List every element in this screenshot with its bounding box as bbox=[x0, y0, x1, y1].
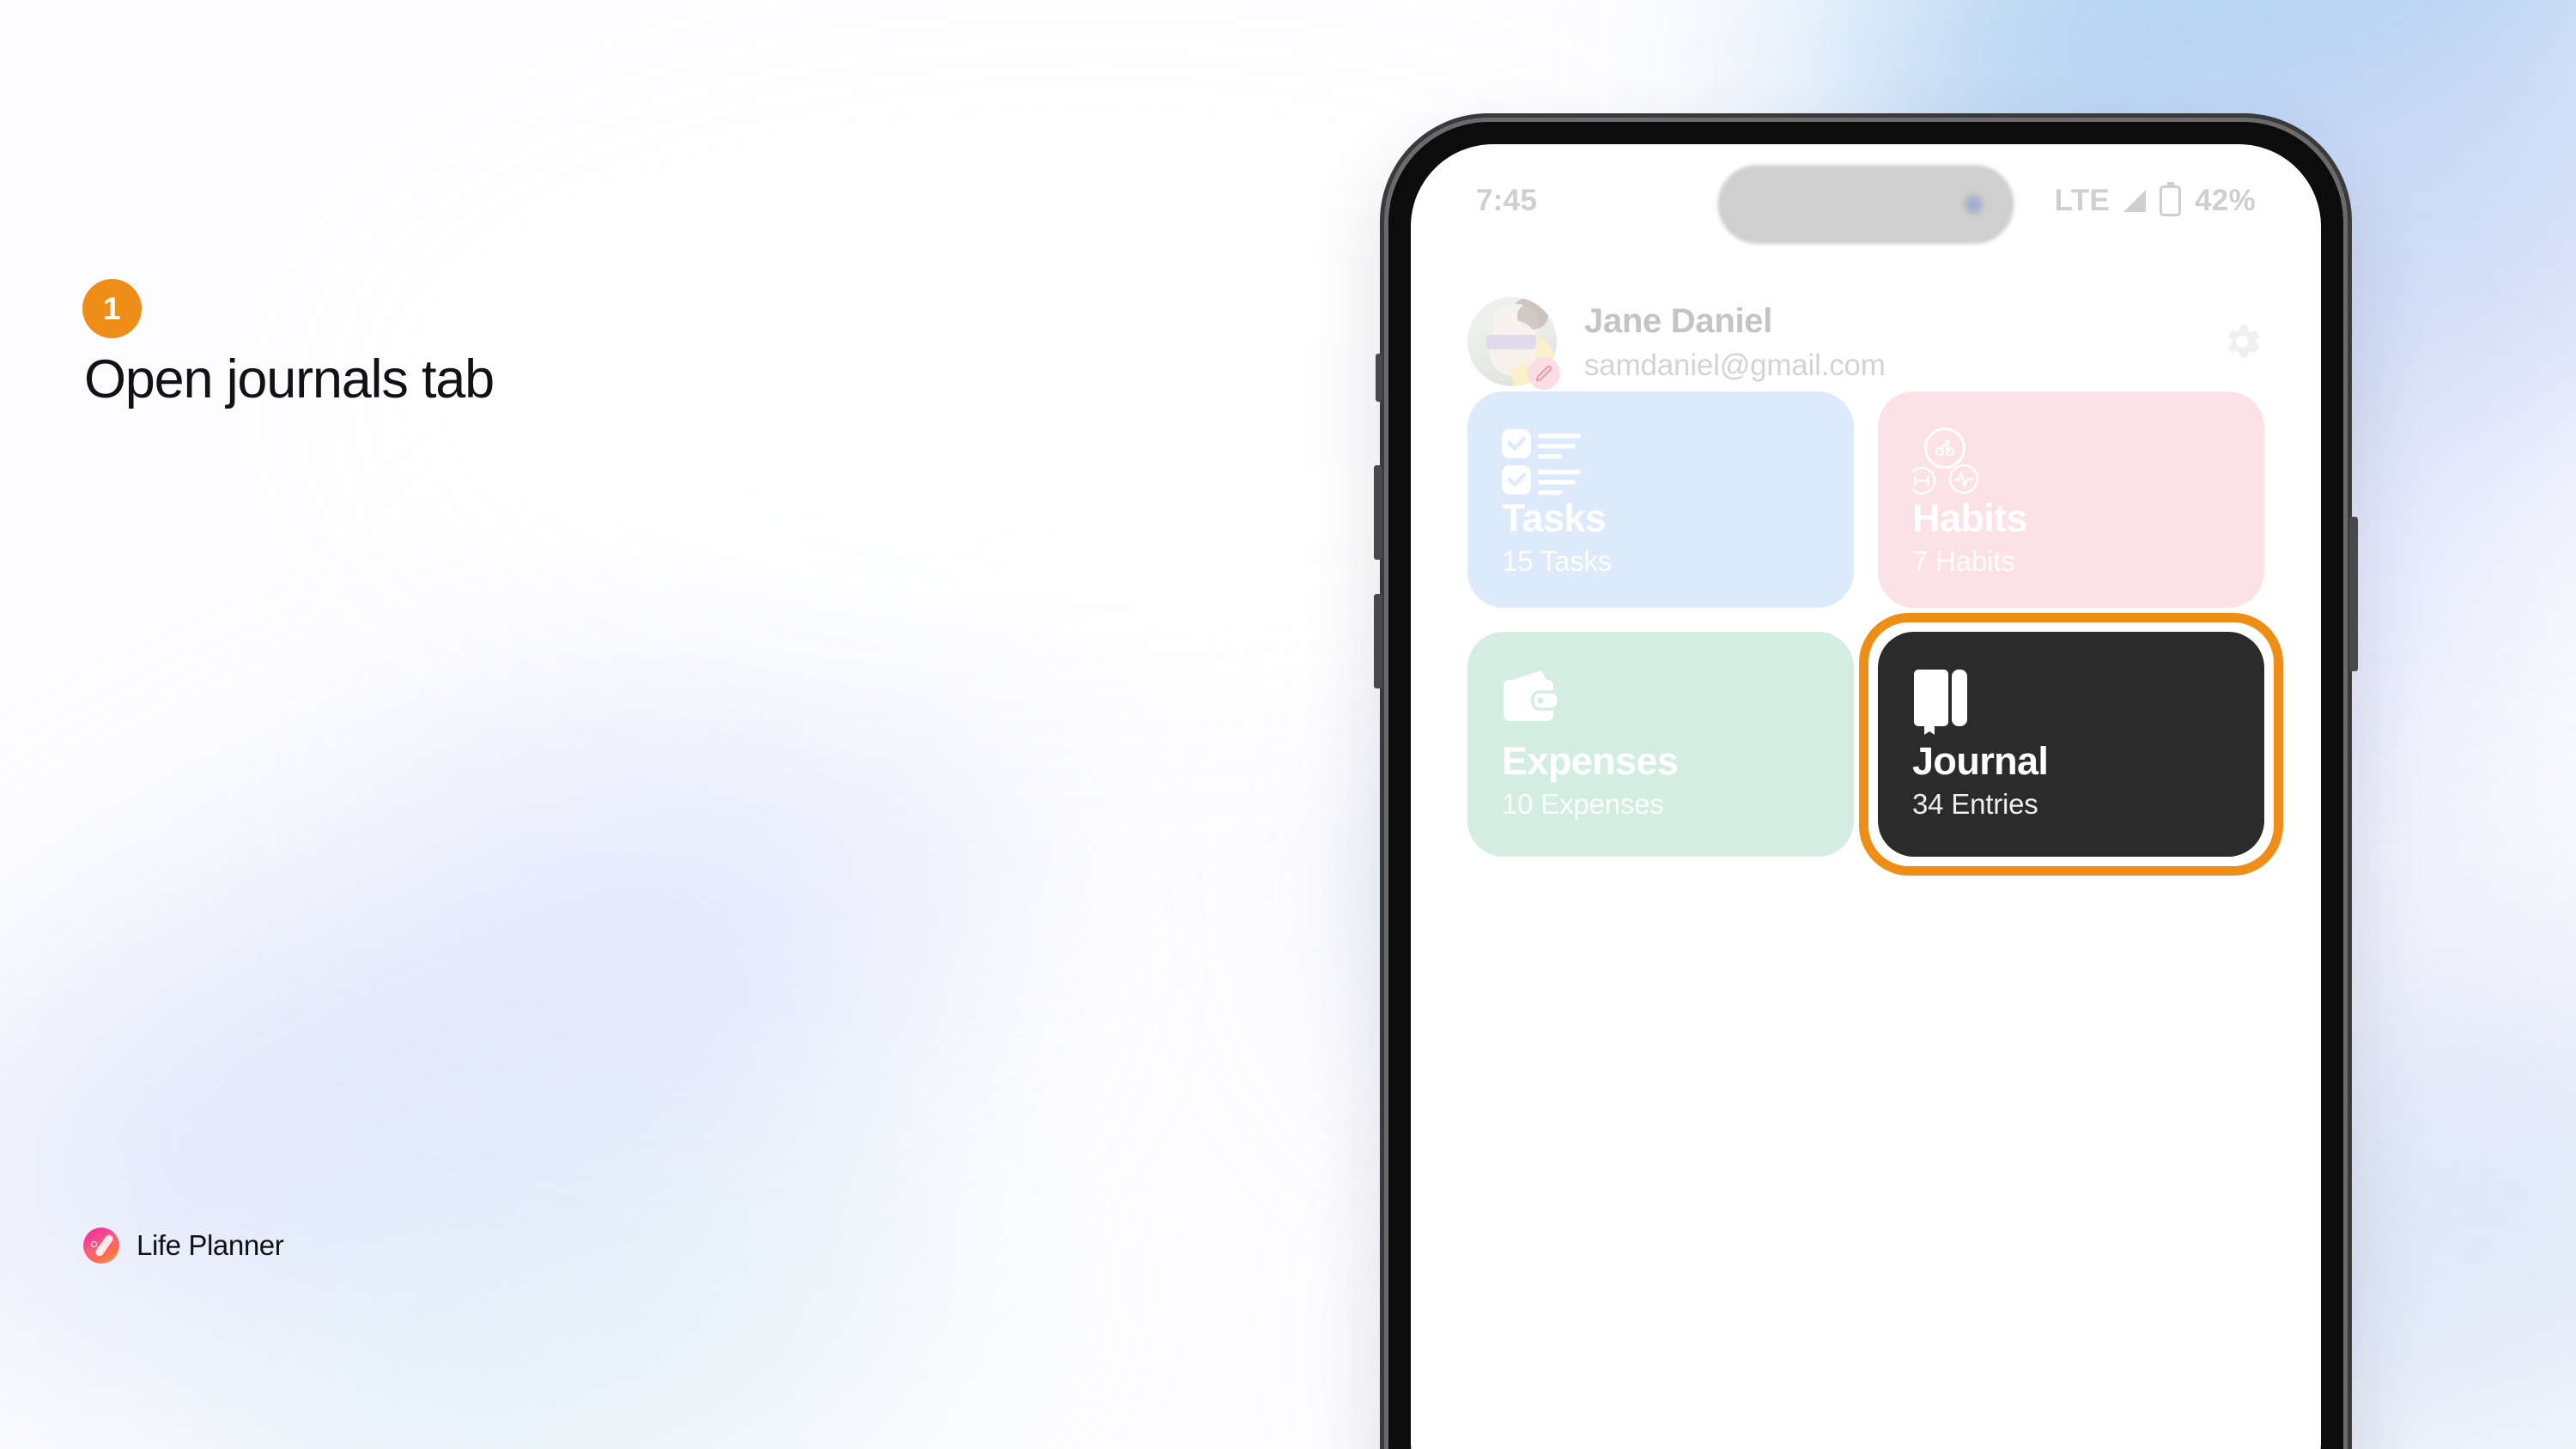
card-journal-wrapper: Journal 34 Entries bbox=[1859, 613, 2283, 876]
battery-icon bbox=[2160, 185, 2182, 216]
network-type-label: LTE bbox=[2054, 184, 2111, 217]
wallet-icon bbox=[1502, 668, 1820, 738]
life-planner-logo-icon bbox=[83, 1228, 119, 1264]
brand-logo: Life Planner bbox=[83, 1228, 284, 1264]
screenshot-root: 1 Open journals tab Life Planner 7:45 LT bbox=[0, 0, 2576, 1449]
card-tasks-text: Tasks 15 Tasks bbox=[1502, 498, 1820, 578]
notebook-icon bbox=[1912, 668, 2230, 738]
signal-bars-icon bbox=[2123, 190, 2147, 212]
battery-percent-label: 42% bbox=[2195, 184, 2256, 217]
status-time: 7:45 bbox=[1476, 184, 1538, 217]
card-journal[interactable]: Journal 34 Entries bbox=[1878, 632, 2264, 857]
brand-name-label: Life Planner bbox=[137, 1229, 284, 1261]
step-number-badge: 1 bbox=[82, 279, 142, 338]
mute-switch-button[interactable] bbox=[1376, 354, 1382, 402]
dashboard-card-grid: Tasks 15 Tasks Habits 7 Habits Expenses … bbox=[1467, 391, 2283, 876]
step-number-label: 1 bbox=[102, 290, 122, 326]
card-habits-text: Habits 7 Habits bbox=[1912, 498, 2230, 578]
checklist-icon bbox=[1502, 427, 1820, 498]
card-tasks-subtitle: 15 Tasks bbox=[1502, 545, 1613, 578]
profile-name-label: Jane Daniel bbox=[1584, 301, 1773, 340]
card-habits[interactable]: Habits 7 Habits bbox=[1878, 391, 2264, 608]
profile-text: Jane Daniel samdaniel@gmail.com bbox=[1584, 301, 1886, 383]
profile-header: Jane Daniel samdaniel@gmail.com bbox=[1467, 297, 2264, 390]
volume-down-button[interactable] bbox=[1374, 594, 1382, 688]
step-title: Open journals tab bbox=[84, 349, 495, 409]
status-bar: 7:45 LTE 42% bbox=[1411, 175, 2321, 227]
card-journal-title: Journal bbox=[1912, 738, 2049, 783]
power-button[interactable] bbox=[2349, 517, 2358, 671]
habits-circles-icon bbox=[1907, 427, 2230, 498]
card-journal-text: Journal 34 Entries bbox=[1912, 738, 2230, 821]
card-tasks[interactable]: Tasks 15 Tasks bbox=[1467, 391, 1854, 608]
volume-up-button[interactable] bbox=[1374, 465, 1382, 560]
phone-body: 7:45 LTE 42% Jane Daniel samdaniel@gmail… bbox=[1388, 122, 2343, 1449]
card-expenses[interactable]: Expenses 10 Expenses bbox=[1467, 632, 1854, 857]
phone-mockup: 7:45 LTE 42% Jane Daniel samdaniel@gmail… bbox=[1374, 113, 2358, 1449]
card-expenses-text: Expenses 10 Expenses bbox=[1502, 738, 1820, 821]
phone-screen: 7:45 LTE 42% Jane Daniel samdaniel@gmail… bbox=[1411, 144, 2321, 1449]
gear-icon[interactable] bbox=[2220, 319, 2264, 364]
card-expenses-title: Expenses bbox=[1502, 738, 1679, 783]
pencil-icon[interactable] bbox=[1528, 357, 1560, 390]
card-habits-title: Habits bbox=[1912, 496, 2028, 540]
avatar[interactable] bbox=[1467, 297, 1560, 390]
status-indicators: LTE 42% bbox=[2055, 184, 2256, 218]
profile-email-label: samdaniel@gmail.com bbox=[1584, 348, 1886, 382]
card-habits-subtitle: 7 Habits bbox=[1912, 545, 2015, 578]
card-expenses-subtitle: 10 Expenses bbox=[1502, 788, 1664, 820]
card-tasks-title: Tasks bbox=[1502, 496, 1607, 540]
card-journal-subtitle: 34 Entries bbox=[1912, 788, 2038, 820]
